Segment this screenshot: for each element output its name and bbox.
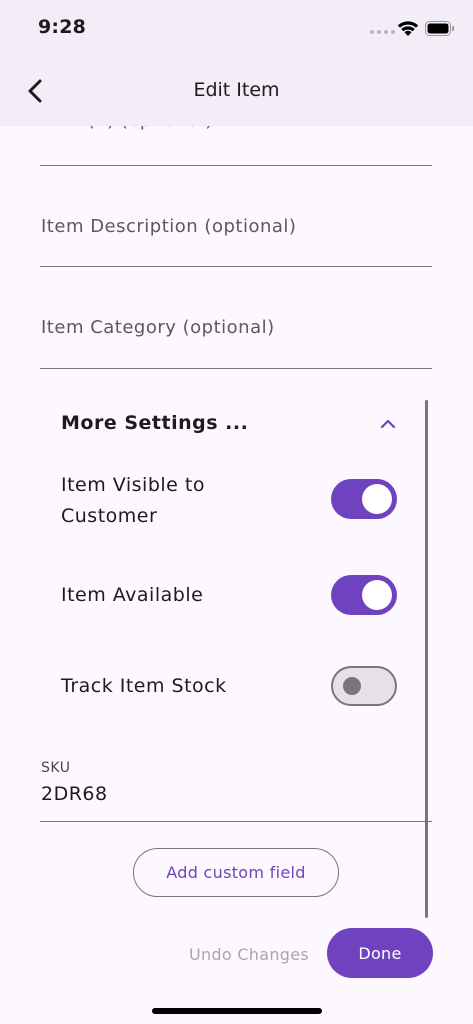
chevron-up-icon[interactable]	[378, 417, 398, 431]
sku-underline	[40, 821, 432, 822]
item-category-field[interactable]	[40, 368, 432, 369]
battery-icon	[425, 21, 454, 36]
item-category-label: Item Category (optional)	[41, 317, 275, 338]
home-indicator	[152, 1008, 322, 1014]
item-available-label: Item Available	[61, 584, 204, 606]
add-custom-field-button[interactable]: Add custom field	[133, 848, 339, 897]
signal-dots-icon	[370, 30, 395, 34]
track-stock-toggle[interactable]	[331, 666, 397, 706]
mrp-field-underline[interactable]	[40, 165, 432, 166]
item-description-label: Item Description (optional)	[41, 216, 297, 237]
sku-label: SKU	[41, 760, 71, 776]
status-time: 9:28	[38, 16, 87, 38]
more-settings-title[interactable]: More Settings ...	[61, 412, 248, 434]
done-button[interactable]: Done	[327, 928, 433, 978]
item-visible-label: Item Visible to Customer	[61, 474, 205, 527]
scrollbar[interactable]	[425, 400, 428, 918]
track-stock-label: Track Item Stock	[61, 675, 227, 697]
app-bar: 9:28 Edit Item	[0, 0, 473, 126]
item-description-field[interactable]	[40, 266, 432, 267]
wifi-icon	[397, 21, 419, 36]
undo-changes-button[interactable]: Undo Changes	[180, 938, 318, 970]
sku-input[interactable]: 2DR68	[41, 783, 108, 805]
item-available-toggle[interactable]	[331, 575, 397, 615]
page-title: Edit Item	[193, 79, 280, 101]
item-visible-toggle[interactable]	[331, 479, 397, 519]
